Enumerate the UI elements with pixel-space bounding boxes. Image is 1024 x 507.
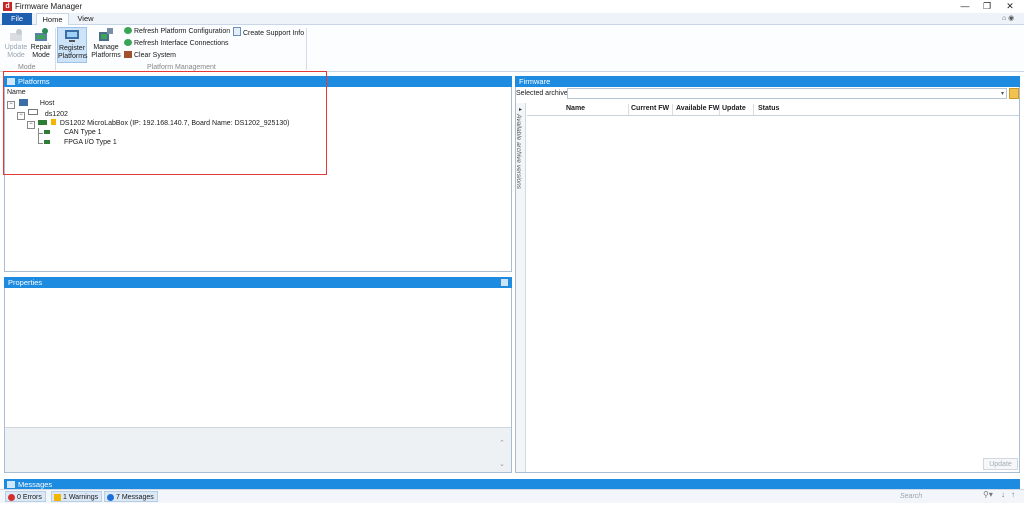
repair-mode-label-1: Repair: [30, 44, 52, 51]
properties-header: Properties: [4, 277, 512, 288]
repair-mode-button[interactable]: Repair Mode: [29, 27, 53, 63]
update-mode-label-2: Mode: [7, 51, 25, 59]
repair-mode-icon: [35, 28, 48, 41]
update-button[interactable]: Update: [983, 458, 1018, 470]
firmware-title: Firmware: [519, 77, 551, 86]
error-icon: [8, 494, 15, 501]
refresh-platform-configuration-button[interactable]: Refresh Platform Configuration: [124, 27, 230, 37]
expand-arrow-icon[interactable]: ▸: [519, 106, 522, 113]
tab-view[interactable]: View: [72, 13, 99, 25]
properties-title: Properties: [8, 278, 43, 287]
ribbon-separator: [306, 28, 307, 70]
close-button[interactable]: ✕: [999, 1, 1021, 12]
help-icon[interactable]: ⌂ ◉: [1002, 14, 1014, 24]
available-archive-versions-label: Available archive versions: [515, 114, 522, 190]
repair-mode-label-2: Mode: [32, 51, 50, 59]
tab-file[interactable]: File: [2, 13, 32, 25]
previous-icon[interactable]: ↓: [1001, 490, 1005, 499]
scroll-down-icon[interactable]: ⌄: [499, 460, 505, 468]
manage-platforms-label-2: Platforms: [91, 51, 121, 59]
warnings-filter-button[interactable]: 1 Warnings: [51, 491, 103, 502]
restore-button[interactable]: ❐: [976, 1, 998, 12]
create-support-label: Create Support Info: [243, 30, 305, 37]
register-platforms-label-1: Register: [58, 45, 86, 52]
selected-archive-label: Selected archive: [516, 90, 568, 97]
messages-filter-button[interactable]: 7 Messages: [104, 491, 158, 502]
ribbon-separator: [55, 28, 56, 70]
update-mode-button[interactable]: Update Mode: [4, 27, 28, 63]
errors-filter-button[interactable]: 0 Errors: [5, 491, 46, 502]
column-current-fw[interactable]: Current FW: [631, 105, 669, 112]
minimize-button[interactable]: —: [954, 1, 976, 12]
menu-bar: [0, 13, 1024, 25]
column-status[interactable]: Status: [758, 105, 779, 112]
manage-platforms-button[interactable]: Manage Platforms: [90, 27, 122, 63]
clear-system-icon: [124, 51, 132, 58]
refresh-platform-label: Refresh Platform Configuration: [134, 28, 231, 35]
info-icon: [107, 494, 114, 501]
properties-description-area: [5, 427, 511, 472]
update-mode-label-1: Update: [4, 44, 28, 51]
manage-platforms-icon: [99, 28, 113, 41]
warning-icon: [54, 494, 61, 501]
window-title: Firmware Manager: [15, 2, 83, 11]
clear-system-label: Clear System: [134, 52, 177, 59]
manage-platforms-label-1: Manage: [93, 44, 119, 51]
messages-count-label: 7 Messages: [116, 494, 154, 501]
chevron-down-icon: ▾: [1000, 91, 1004, 97]
create-support-info-button[interactable]: Create Support Info: [233, 27, 304, 39]
refresh-interface-connections-button[interactable]: Refresh Interface Connections: [124, 39, 229, 49]
register-platforms-button[interactable]: Register Platforms: [57, 27, 88, 63]
refresh-icon: [124, 39, 132, 46]
column-available-fw[interactable]: Available FW: [676, 105, 719, 112]
register-platforms-label-2: Platforms: [58, 52, 88, 60]
refresh-icon: [124, 27, 132, 34]
column-name[interactable]: Name: [566, 105, 585, 112]
firmware-header: Firmware: [515, 76, 1020, 87]
selected-archive-dropdown[interactable]: ▾: [567, 88, 1007, 99]
column-divider: [672, 104, 673, 115]
title-bar: [0, 0, 1024, 13]
column-divider: [628, 104, 629, 115]
update-mode-icon: [10, 29, 22, 41]
highlight-box: [3, 71, 327, 175]
column-update[interactable]: Update: [722, 105, 746, 112]
warnings-label: 1 Warnings: [63, 494, 99, 501]
errors-label: 0 Errors: [17, 494, 42, 501]
refresh-interface-label: Refresh Interface Connections: [134, 40, 229, 47]
pin-icon[interactable]: [501, 279, 508, 286]
app-icon: d: [3, 2, 12, 11]
document-icon: [233, 27, 241, 36]
search-input[interactable]: Search: [900, 491, 978, 502]
column-divider: [753, 104, 754, 115]
firmware-table-body: [527, 116, 1019, 454]
messages-header-icon: [7, 481, 15, 488]
clear-system-button[interactable]: Clear System: [124, 51, 176, 61]
column-divider: [719, 104, 720, 115]
folder-icon[interactable]: [1009, 88, 1019, 99]
messages-title: Messages: [18, 480, 53, 489]
register-platforms-icon: [65, 30, 79, 42]
search-options-icon[interactable]: ⚲▾: [983, 490, 993, 499]
scroll-up-icon[interactable]: ⌃: [499, 439, 505, 447]
next-icon[interactable]: ↑: [1011, 490, 1015, 499]
